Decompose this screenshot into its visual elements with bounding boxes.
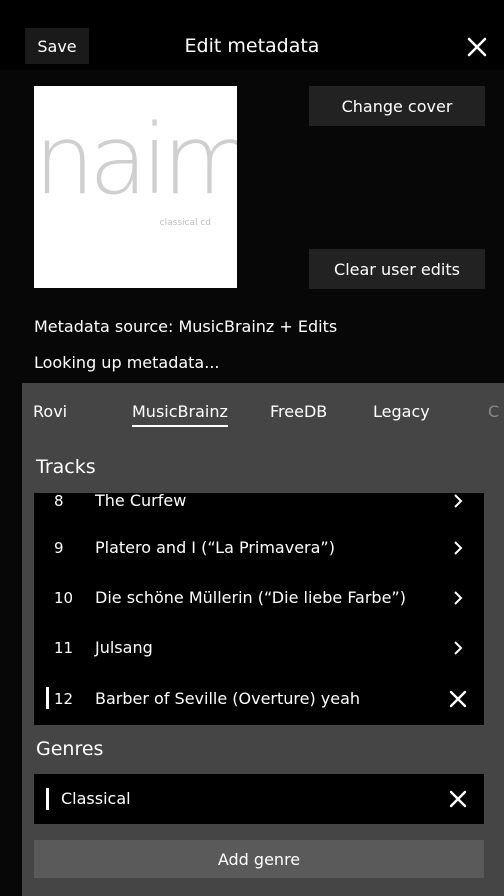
- track-list[interactable]: 8 The Curfew 9 Platero and I (“La Primav…: [34, 493, 484, 725]
- tab-musicbrainz[interactable]: MusicBrainz: [132, 402, 228, 427]
- chevron-right-icon[interactable]: [452, 641, 464, 655]
- tab-legacy[interactable]: Legacy: [373, 402, 430, 421]
- chevron-right-icon[interactable]: [452, 541, 464, 555]
- cover-brand-logo: naim: [34, 104, 237, 216]
- tab-rovi[interactable]: Rovi: [33, 402, 67, 421]
- track-number: 9: [54, 539, 64, 557]
- clear-user-edits-button[interactable]: Clear user edits: [309, 249, 485, 289]
- track-row-10[interactable]: 10 Die schöne Müllerin (“Die liebe Farbe…: [34, 573, 484, 623]
- track-row-12[interactable]: 12 Barber of Seville (Overture) yeah: [34, 674, 484, 724]
- source-tabs: Rovi MusicBrainz FreeDB Legacy C: [22, 383, 504, 429]
- top-bar: Save Edit metadata: [0, 0, 504, 70]
- genre-row-classical[interactable]: Classical: [34, 774, 484, 824]
- track-row-8[interactable]: 8 The Curfew: [34, 493, 484, 526]
- edited-marker: [46, 788, 49, 810]
- track-number: 8: [54, 493, 64, 510]
- track-title: The Curfew: [95, 493, 187, 510]
- genre-name: Classical: [61, 789, 131, 808]
- track-title: Platero and I (“La Primavera”): [95, 538, 335, 557]
- chevron-right-icon[interactable]: [452, 494, 464, 508]
- change-cover-button[interactable]: Change cover: [309, 86, 485, 126]
- close-icon[interactable]: [448, 789, 468, 809]
- tracks-heading: Tracks: [36, 456, 96, 478]
- tab-freedb[interactable]: FreeDB: [270, 402, 327, 421]
- track-row-11[interactable]: 11 Julsang: [34, 623, 484, 673]
- close-icon[interactable]: [462, 32, 492, 62]
- save-button[interactable]: Save: [25, 28, 89, 64]
- cover-subtitle: classical cd: [159, 218, 211, 228]
- track-title: Barber of Seville (Overture) yeah: [95, 689, 361, 708]
- edited-marker: [46, 687, 49, 709]
- track-number: 12: [54, 690, 74, 708]
- album-cover: naim classical cd: [34, 86, 237, 288]
- chevron-right-icon[interactable]: [452, 591, 464, 605]
- metadata-source: Metadata source: MusicBrainz + Edits: [34, 317, 338, 336]
- add-genre-button[interactable]: Add genre: [34, 840, 484, 878]
- close-icon[interactable]: [448, 689, 468, 709]
- track-title: Die schöne Müllerin (“Die liebe Farbe”): [95, 588, 406, 607]
- tab-more[interactable]: C: [488, 402, 499, 421]
- track-title: Julsang: [95, 638, 153, 657]
- genres-heading: Genres: [36, 738, 104, 760]
- track-number: 11: [54, 639, 74, 657]
- metadata-panel: Rovi MusicBrainz FreeDB Legacy C Tracks …: [22, 383, 504, 896]
- track-number: 10: [54, 589, 74, 607]
- track-row-9[interactable]: 9 Platero and I (“La Primavera”): [34, 523, 484, 573]
- metadata-status: Looking up metadata...: [34, 353, 220, 372]
